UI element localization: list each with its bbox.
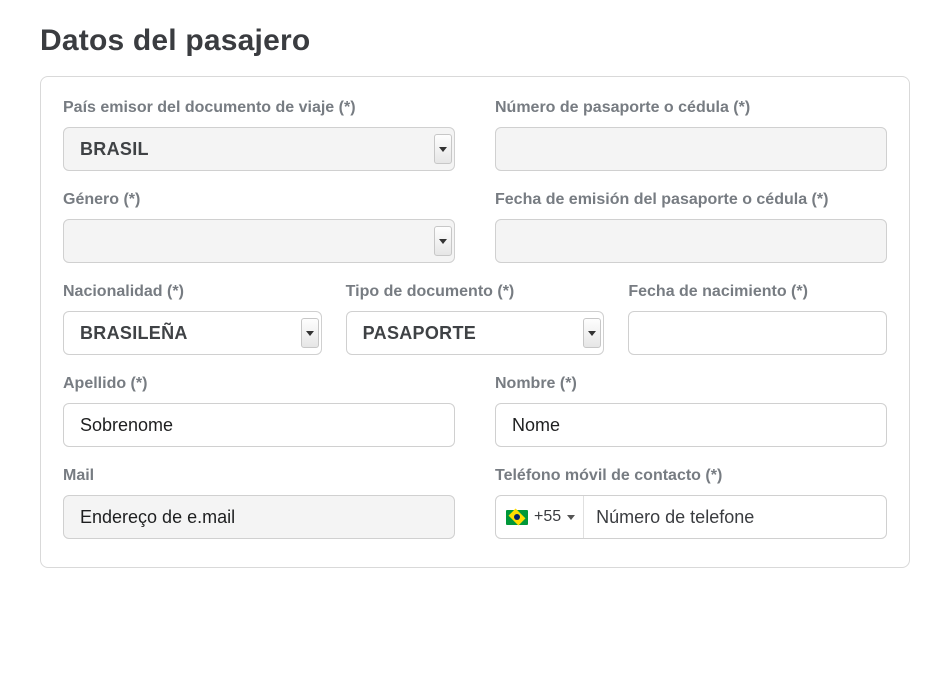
select-issuing-country-value: BRASIL bbox=[80, 139, 149, 160]
input-birth-date[interactable] bbox=[628, 311, 887, 355]
input-last-name-value: Sobrenome bbox=[80, 415, 173, 436]
field-issue-date: Fecha de emisión del pasaporte o cédula … bbox=[495, 191, 887, 263]
input-first-name[interactable]: Nome bbox=[495, 403, 887, 447]
chevron-down-icon bbox=[434, 226, 452, 256]
chevron-down-icon bbox=[567, 515, 575, 520]
field-phone: Teléfono móvil de contacto (*) +55 Númer… bbox=[495, 467, 887, 539]
field-email: Mail Endereço de e.mail bbox=[63, 467, 455, 539]
field-first-name: Nombre (*) Nome bbox=[495, 375, 887, 447]
label-first-name: Nombre (*) bbox=[495, 375, 887, 393]
page-title: Datos del pasajero bbox=[40, 24, 910, 58]
input-last-name[interactable]: Sobrenome bbox=[63, 403, 455, 447]
label-birth-date: Fecha de nacimiento (*) bbox=[628, 283, 887, 301]
phone-country-selector[interactable]: +55 bbox=[496, 496, 584, 538]
chevron-down-icon bbox=[301, 318, 319, 348]
input-passport-number[interactable] bbox=[495, 127, 887, 171]
field-issuing-country: País emisor del documento de viaje (*) B… bbox=[63, 99, 455, 171]
input-email[interactable]: Endereço de e.mail bbox=[63, 495, 455, 539]
input-issue-date[interactable] bbox=[495, 219, 887, 263]
label-nationality: Nacionalidad (*) bbox=[63, 283, 322, 301]
select-doc-type-value: PASAPORTE bbox=[363, 323, 476, 344]
chevron-down-icon bbox=[434, 134, 452, 164]
input-first-name-value: Nome bbox=[512, 415, 560, 436]
field-gender: Género (*) bbox=[63, 191, 455, 263]
label-email: Mail bbox=[63, 467, 455, 485]
select-gender[interactable] bbox=[63, 219, 455, 263]
field-birth-date: Fecha de nacimiento (*) bbox=[628, 283, 887, 355]
label-issue-date: Fecha de emisión del pasaporte o cédula … bbox=[495, 191, 887, 209]
select-doc-type[interactable]: PASAPORTE bbox=[346, 311, 605, 355]
label-passport-number: Número de pasaporte o cédula (*) bbox=[495, 99, 887, 117]
label-issuing-country: País emisor del documento de viaje (*) bbox=[63, 99, 455, 117]
label-phone: Teléfono móvil de contacto (*) bbox=[495, 467, 887, 485]
dial-code: +55 bbox=[534, 508, 561, 526]
field-passport-number: Número de pasaporte o cédula (*) bbox=[495, 99, 887, 171]
input-phone[interactable]: +55 Número de telefone bbox=[495, 495, 887, 539]
select-nationality[interactable]: BRASILEÑA bbox=[63, 311, 322, 355]
label-gender: Género (*) bbox=[63, 191, 455, 209]
select-nationality-value: BRASILEÑA bbox=[80, 323, 188, 344]
input-phone-placeholder: Número de telefone bbox=[584, 496, 886, 538]
field-doc-type: Tipo de documento (*) PASAPORTE bbox=[346, 283, 605, 355]
label-doc-type: Tipo de documento (*) bbox=[346, 283, 605, 301]
label-last-name: Apellido (*) bbox=[63, 375, 455, 393]
passenger-form-panel: País emisor del documento de viaje (*) B… bbox=[40, 76, 910, 568]
field-nationality: Nacionalidad (*) BRASILEÑA bbox=[63, 283, 322, 355]
input-email-value: Endereço de e.mail bbox=[80, 507, 235, 528]
flag-brazil-icon bbox=[506, 510, 528, 525]
select-issuing-country[interactable]: BRASIL bbox=[63, 127, 455, 171]
field-last-name: Apellido (*) Sobrenome bbox=[63, 375, 455, 447]
chevron-down-icon bbox=[583, 318, 601, 348]
